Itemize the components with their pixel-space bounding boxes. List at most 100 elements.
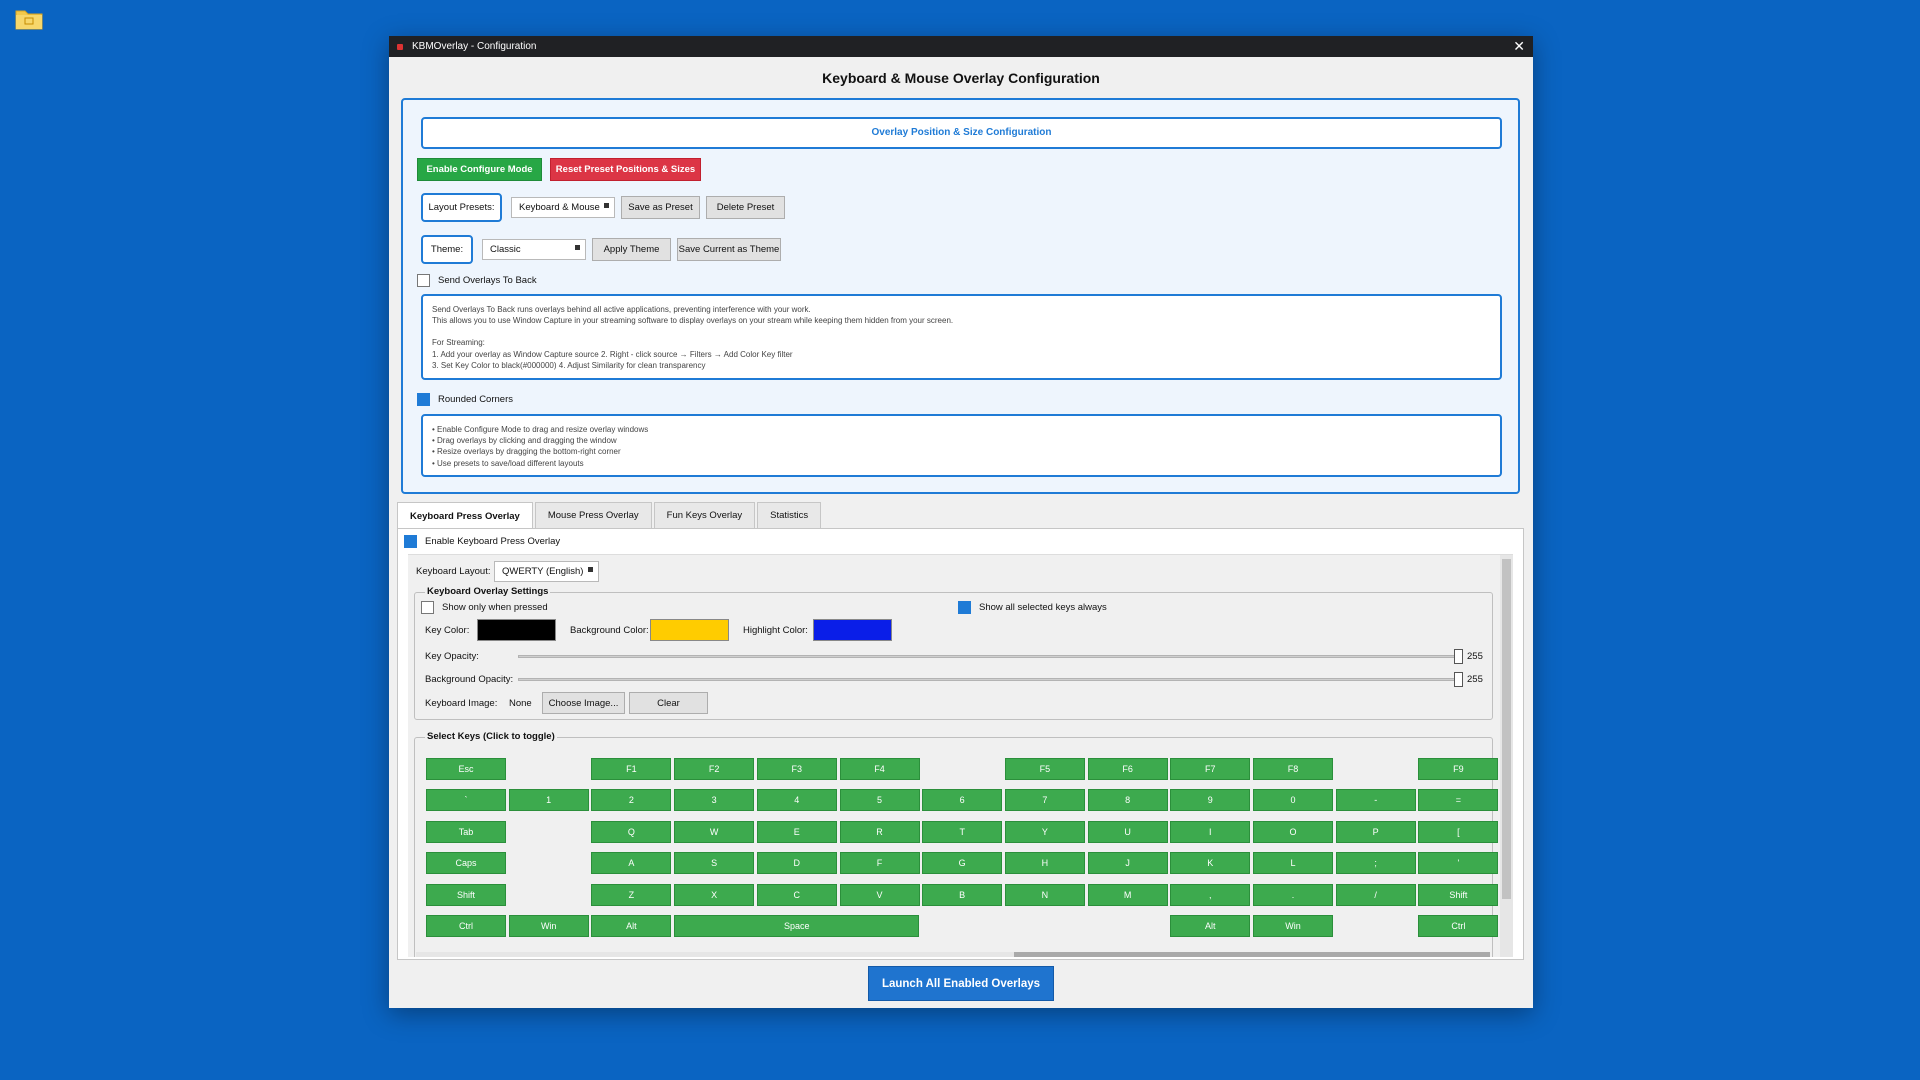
key-a[interactable]: A [591,852,672,874]
key-i[interactable]: I [1170,821,1251,843]
key-[interactable]: = [1418,789,1499,811]
key-caps[interactable]: Caps [426,852,506,874]
key-o[interactable]: O [1253,821,1333,843]
key-f2[interactable]: F2 [674,758,755,780]
save-current-theme-button[interactable]: Save Current as Theme [677,238,781,261]
key-r[interactable]: R [839,821,920,843]
key-4[interactable]: 4 [756,789,837,811]
key-1[interactable]: 1 [508,789,589,811]
key-f9[interactable]: F9 [1418,758,1499,780]
key-7[interactable]: 7 [1004,789,1085,811]
theme-dropdown[interactable]: Classic [482,239,586,260]
key-[interactable]: / [1335,884,1416,906]
apply-theme-button[interactable]: Apply Theme [592,238,671,261]
key-b[interactable]: B [922,884,1003,906]
horizontal-scrollbar[interactable] [416,952,1490,957]
key-alt[interactable]: Alt [591,915,672,937]
delete-preset-button[interactable]: Delete Preset [706,196,785,219]
key-3[interactable]: 3 [674,789,755,811]
key-2[interactable]: 2 [591,789,672,811]
key-space[interactable]: Space [674,915,920,937]
key-ctrl[interactable]: Ctrl [426,915,506,937]
scrollbar-thumb[interactable] [1502,559,1511,899]
key-alt[interactable]: Alt [1170,915,1251,937]
key-9[interactable]: 9 [1170,789,1251,811]
key-h[interactable]: H [1004,852,1085,874]
vertical-scrollbar[interactable] [1500,555,1513,957]
enable-keyboard-overlay-option[interactable]: Enable Keyboard Press Overlay [404,535,560,548]
key-f1[interactable]: F1 [591,758,672,780]
key-s[interactable]: S [674,852,755,874]
key-f5[interactable]: F5 [1004,758,1085,780]
show-only-pressed-checkbox[interactable] [421,601,434,614]
key-[interactable]: . [1253,884,1333,906]
keyboard-layout-dropdown[interactable]: QWERTY (English) [494,561,599,582]
key-esc[interactable]: Esc [426,758,506,780]
key-c[interactable]: C [756,884,837,906]
scrollbar-thumb[interactable] [1014,952,1490,957]
launch-all-button[interactable]: Launch All Enabled Overlays [868,966,1054,1001]
key-f6[interactable]: F6 [1087,758,1168,780]
send-to-back-checkbox[interactable] [417,274,430,287]
key-d[interactable]: D [756,852,837,874]
key-[interactable]: ; [1335,852,1416,874]
key-win[interactable]: Win [1253,915,1333,937]
key-opacity-slider[interactable] [518,655,1458,658]
key-shift[interactable]: Shift [426,884,506,906]
key-color-swatch[interactable] [477,619,556,641]
key-f3[interactable]: F3 [756,758,837,780]
clear-image-button[interactable]: Clear [629,692,708,714]
keyboard-settings-scroll[interactable]: Keyboard Layout: QWERTY (English) Keyboa… [408,554,1513,957]
key-opacity-slider-thumb[interactable] [1454,649,1463,664]
background-opacity-slider-thumb[interactable] [1454,672,1463,687]
key-6[interactable]: 6 [922,789,1003,811]
key-5[interactable]: 5 [839,789,920,811]
key-f7[interactable]: F7 [1170,758,1251,780]
key-q[interactable]: Q [591,821,672,843]
key-shift[interactable]: Shift [1418,884,1499,906]
show-all-selected-option[interactable]: Show all selected keys always [958,601,1107,614]
tab-keyboard-press-overlay[interactable]: Keyboard Press Overlay [397,502,533,529]
close-icon[interactable]: ✕ [1513,38,1525,55]
key-l[interactable]: L [1253,852,1333,874]
key-[interactable]: , [1170,884,1251,906]
key-t[interactable]: T [922,821,1003,843]
tab-statistics[interactable]: Statistics [757,502,822,528]
key-f4[interactable]: F4 [839,758,920,780]
key-0[interactable]: 0 [1253,789,1333,811]
key-ctrl[interactable]: Ctrl [1418,915,1499,937]
key-8[interactable]: 8 [1087,789,1168,811]
reset-positions-button[interactable]: Reset Preset Positions & Sizes [550,158,701,181]
key-m[interactable]: M [1087,884,1168,906]
enable-keyboard-overlay-checkbox[interactable] [404,535,417,548]
layout-preset-dropdown[interactable]: Keyboard & Mouse [511,197,615,218]
background-opacity-slider[interactable] [518,678,1458,681]
key-z[interactable]: Z [591,884,672,906]
rounded-corners-checkbox[interactable] [417,393,430,406]
key-win[interactable]: Win [508,915,589,937]
key-x[interactable]: X [674,884,755,906]
choose-image-button[interactable]: Choose Image... [542,692,625,714]
highlight-color-swatch[interactable] [813,619,892,641]
show-only-pressed-option[interactable]: Show only when pressed [421,601,548,614]
key-y[interactable]: Y [1004,821,1085,843]
key-k[interactable]: K [1170,852,1251,874]
key-u[interactable]: U [1087,821,1168,843]
key-w[interactable]: W [674,821,755,843]
key-e[interactable]: E [756,821,837,843]
show-all-selected-checkbox[interactable] [958,601,971,614]
key-[interactable]: ' [1418,852,1499,874]
key-[interactable]: - [1335,789,1416,811]
background-color-swatch[interactable] [650,619,729,641]
key-[interactable]: [ [1418,821,1499,843]
key-g[interactable]: G [922,852,1003,874]
folder-icon[interactable] [15,8,43,30]
rounded-corners-option[interactable]: Rounded Corners [417,393,513,406]
key-tab[interactable]: Tab [426,821,506,843]
save-as-preset-button[interactable]: Save as Preset [621,196,700,219]
tab-mouse-press-overlay[interactable]: Mouse Press Overlay [534,502,652,528]
key-f[interactable]: F [839,852,920,874]
tab-fun-keys-overlay[interactable]: Fun Keys Overlay [653,502,756,528]
send-to-back-option[interactable]: Send Overlays To Back [417,274,537,287]
key-j[interactable]: J [1087,852,1168,874]
